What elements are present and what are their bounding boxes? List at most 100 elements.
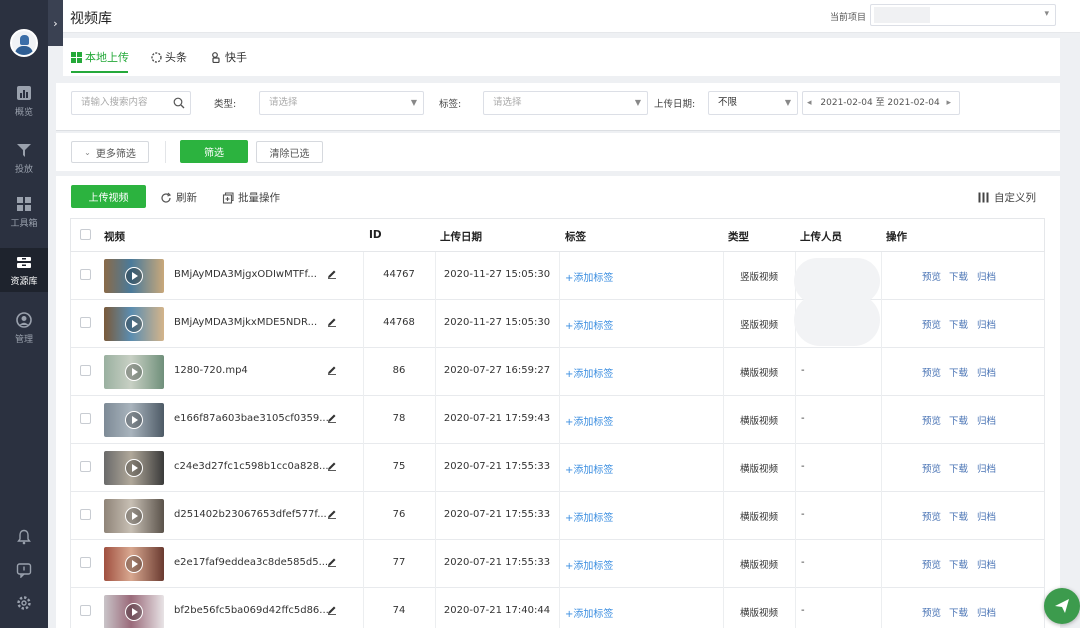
play-icon[interactable] xyxy=(125,363,143,381)
filter-button[interactable]: 筛选 xyxy=(180,140,248,163)
search-input[interactable]: 请输入搜索内容 xyxy=(71,91,191,115)
column-header-video[interactable]: 视频 xyxy=(104,229,125,244)
download-link[interactable]: 下载 xyxy=(949,557,968,571)
archive-link[interactable]: 归档 xyxy=(977,557,996,571)
gear-icon[interactable] xyxy=(16,595,32,611)
play-icon[interactable] xyxy=(125,603,143,621)
sidebar-item-delivery[interactable]: 投放 xyxy=(0,136,48,180)
add-tag-link[interactable]: +添加标签 xyxy=(565,557,613,572)
archive-link[interactable]: 归档 xyxy=(977,317,996,331)
archive-link[interactable]: 归档 xyxy=(977,269,996,283)
select-all-checkbox[interactable] xyxy=(80,229,91,240)
download-link[interactable]: 下载 xyxy=(949,461,968,475)
edit-icon[interactable] xyxy=(327,317,337,327)
preview-link[interactable]: 预览 xyxy=(922,365,941,379)
download-link[interactable]: 下载 xyxy=(949,605,968,619)
add-tag-link[interactable]: +添加标签 xyxy=(565,365,613,380)
preview-link[interactable]: 预览 xyxy=(922,509,941,523)
video-thumbnail[interactable] xyxy=(104,547,164,581)
clear-selection-button[interactable]: 清除已选 xyxy=(256,141,323,163)
download-link[interactable]: 下载 xyxy=(949,269,968,283)
message-icon[interactable] xyxy=(16,562,32,578)
tab-toutiao[interactable]: 头条 xyxy=(151,49,187,65)
batch-operation-button[interactable]: 批量操作 xyxy=(222,190,280,205)
preview-link[interactable]: 预览 xyxy=(922,461,941,475)
preview-link[interactable]: 预览 xyxy=(922,269,941,283)
edit-icon[interactable] xyxy=(327,509,337,519)
sidebar-collapse-button[interactable]: › xyxy=(48,0,63,46)
edit-icon[interactable] xyxy=(327,557,337,567)
add-tag-link[interactable]: +添加标签 xyxy=(565,317,613,332)
column-header-uploader[interactable]: 上传人员 xyxy=(800,229,842,244)
video-thumbnail[interactable] xyxy=(104,355,164,389)
add-tag-link[interactable]: +添加标签 xyxy=(565,413,613,428)
next-date-icon[interactable]: ▸ xyxy=(946,92,951,114)
add-tag-link[interactable]: +添加标签 xyxy=(565,269,613,284)
row-checkbox[interactable] xyxy=(80,509,91,520)
video-thumbnail[interactable] xyxy=(104,595,164,628)
date-option-select[interactable]: 不限 ▼ xyxy=(708,91,798,115)
archive-link[interactable]: 归档 xyxy=(977,365,996,379)
more-filters-button[interactable]: ⌄ 更多筛选 xyxy=(71,141,149,163)
edit-icon[interactable] xyxy=(327,365,337,375)
column-header-actions[interactable]: 操作 xyxy=(886,229,907,244)
video-thumbnail[interactable] xyxy=(104,307,164,341)
row-checkbox[interactable] xyxy=(80,317,91,328)
row-checkbox[interactable] xyxy=(80,269,91,280)
bell-icon[interactable] xyxy=(16,529,32,545)
row-checkbox[interactable] xyxy=(80,605,91,616)
tag-select[interactable]: 请选择 ▼ xyxy=(483,91,648,115)
add-tag-link[interactable]: +添加标签 xyxy=(565,605,613,620)
column-header-type[interactable]: 类型 xyxy=(728,229,749,244)
column-header-upload-date[interactable]: 上传日期 xyxy=(440,229,482,244)
video-thumbnail[interactable] xyxy=(104,403,164,437)
video-thumbnail[interactable] xyxy=(104,451,164,485)
edit-icon[interactable] xyxy=(327,413,337,423)
video-thumbnail[interactable] xyxy=(104,499,164,533)
video-thumbnail[interactable] xyxy=(104,259,164,293)
play-icon[interactable] xyxy=(125,267,143,285)
edit-icon[interactable] xyxy=(327,269,337,279)
preview-link[interactable]: 预览 xyxy=(922,413,941,427)
play-icon[interactable] xyxy=(125,411,143,429)
play-icon[interactable] xyxy=(125,555,143,573)
row-checkbox[interactable] xyxy=(80,413,91,424)
play-icon[interactable] xyxy=(125,507,143,525)
download-link[interactable]: 下载 xyxy=(949,317,968,331)
add-tag-link[interactable]: +添加标签 xyxy=(565,509,613,524)
row-checkbox[interactable] xyxy=(80,557,91,568)
archive-link[interactable]: 归档 xyxy=(977,461,996,475)
download-link[interactable]: 下载 xyxy=(949,365,968,379)
sidebar-item-overview[interactable]: 概览 xyxy=(0,79,48,123)
sidebar-item-resources[interactable]: 资源库 xyxy=(0,248,48,292)
row-checkbox[interactable] xyxy=(80,461,91,472)
edit-icon[interactable] xyxy=(327,605,337,615)
tab-local-upload[interactable]: 本地上传 xyxy=(71,49,129,65)
row-checkbox[interactable] xyxy=(80,365,91,376)
floating-assistant-button[interactable] xyxy=(1044,588,1080,624)
date-range-picker[interactable]: ◂ 2021-02-04 至 2021-02-04 ▸ xyxy=(802,91,960,115)
upload-video-button[interactable]: 上传视频 xyxy=(71,185,146,208)
column-header-id[interactable]: ID xyxy=(369,229,382,241)
search-icon[interactable] xyxy=(173,97,185,109)
prev-date-icon[interactable]: ◂ xyxy=(807,98,812,108)
download-link[interactable]: 下载 xyxy=(949,413,968,427)
preview-link[interactable]: 预览 xyxy=(922,557,941,571)
archive-link[interactable]: 归档 xyxy=(977,605,996,619)
custom-columns-button[interactable]: 自定义列 xyxy=(978,190,1036,205)
tab-kuaishou[interactable]: 快手 xyxy=(211,49,247,65)
avatar[interactable] xyxy=(10,29,38,57)
project-select[interactable]: ▾ xyxy=(870,4,1056,26)
sidebar-item-toolbox[interactable]: 工具箱 xyxy=(0,190,48,234)
download-link[interactable]: 下载 xyxy=(949,509,968,523)
archive-link[interactable]: 归档 xyxy=(977,509,996,523)
type-select[interactable]: 请选择 ▼ xyxy=(259,91,424,115)
play-icon[interactable] xyxy=(125,459,143,477)
column-header-tags[interactable]: 标签 xyxy=(565,229,586,244)
sidebar-item-manage[interactable]: 管理 xyxy=(0,306,48,350)
play-icon[interactable] xyxy=(125,315,143,333)
add-tag-link[interactable]: +添加标签 xyxy=(565,461,613,476)
edit-icon[interactable] xyxy=(327,461,337,471)
preview-link[interactable]: 预览 xyxy=(922,605,941,619)
archive-link[interactable]: 归档 xyxy=(977,413,996,427)
